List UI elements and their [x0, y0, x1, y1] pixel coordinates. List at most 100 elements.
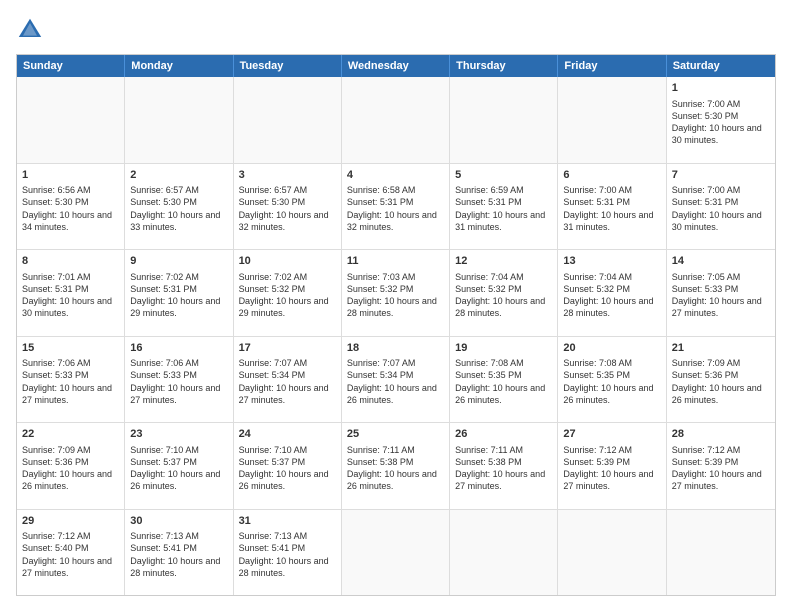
daylight-text: Daylight: 10 hours and 27 minutes.: [563, 468, 660, 492]
day-cell-25: 25Sunrise: 7:11 AMSunset: 5:38 PMDayligh…: [342, 423, 450, 509]
day-header-friday: Friday: [558, 55, 666, 77]
sunrise-text: Sunrise: 7:04 AM: [455, 271, 552, 283]
sunrise-text: Sunrise: 6:56 AM: [22, 184, 119, 196]
day-number: 15: [22, 341, 119, 356]
day-number: 11: [347, 254, 444, 269]
calendar-row-5: 29Sunrise: 7:12 AMSunset: 5:40 PMDayligh…: [17, 510, 775, 596]
day-number: 21: [672, 341, 770, 356]
day-cell-29: 29Sunrise: 7:12 AMSunset: 5:40 PMDayligh…: [17, 510, 125, 596]
empty-cell: [342, 77, 450, 163]
sunset-text: Sunset: 5:30 PM: [130, 196, 227, 208]
empty-cell: [342, 510, 450, 596]
sunrise-text: Sunrise: 7:05 AM: [672, 271, 770, 283]
sunrise-text: Sunrise: 6:57 AM: [239, 184, 336, 196]
sunrise-text: Sunrise: 7:02 AM: [130, 271, 227, 283]
sunrise-text: Sunrise: 7:12 AM: [672, 444, 770, 456]
daylight-text: Daylight: 10 hours and 27 minutes.: [672, 295, 770, 319]
sunset-text: Sunset: 5:31 PM: [347, 196, 444, 208]
daylight-text: Daylight: 10 hours and 32 minutes.: [347, 209, 444, 233]
day-cell-20: 20Sunrise: 7:08 AMSunset: 5:35 PMDayligh…: [558, 337, 666, 423]
daylight-text: Daylight: 10 hours and 28 minutes.: [455, 295, 552, 319]
day-cell-30: 30Sunrise: 7:13 AMSunset: 5:41 PMDayligh…: [125, 510, 233, 596]
daylight-text: Daylight: 10 hours and 28 minutes.: [130, 555, 227, 579]
day-number: 12: [455, 254, 552, 269]
calendar-row-3: 15Sunrise: 7:06 AMSunset: 5:33 PM Dayligh…: [17, 337, 775, 424]
sunrise-text: Sunrise: 7:08 AM: [455, 357, 552, 369]
day-cell-22: 22 Sunrise: 7:09 AMSunset: 5:36 PMDayligh…: [17, 423, 125, 509]
sunset-text: Sunset: 5:33 PM: [22, 369, 119, 381]
sunrise-text: Sunrise: 7:10 AM: [239, 444, 336, 456]
empty-cell: [450, 77, 558, 163]
day-number: 23: [130, 427, 227, 442]
sunrise-text: Sunrise: 7:12 AM: [22, 530, 119, 542]
day-cell-6: 6Sunrise: 7:00 AMSunset: 5:31 PMDaylight…: [558, 164, 666, 250]
day-cell-13: 13Sunrise: 7:04 AMSunset: 5:32 PMDayligh…: [558, 250, 666, 336]
sunset-text: Sunset: 5:35 PM: [563, 369, 660, 381]
day-number: 27: [563, 427, 660, 442]
day-number: 29: [22, 514, 119, 529]
day-number: 19: [455, 341, 552, 356]
daylight-text: Daylight: 10 hours and 30 minutes.: [672, 122, 770, 146]
sunrise-text: Sunrise: 7:04 AM: [563, 271, 660, 283]
daylight-text: Daylight: 10 hours and 26 minutes.: [22, 468, 119, 492]
sunset-text: Sunset: 5:40 PM: [22, 542, 119, 554]
sunset-text: Sunset: 5:41 PM: [239, 542, 336, 554]
calendar: SundayMondayTuesdayWednesdayThursdayFrid…: [16, 54, 776, 596]
sunrise-text: Sunrise: 7:09 AM: [22, 444, 119, 456]
day-cell-11: 11Sunrise: 7:03 AMSunset: 5:32 PMDayligh…: [342, 250, 450, 336]
daylight-text: Daylight: 10 hours and 26 minutes.: [672, 382, 770, 406]
day-header-sunday: Sunday: [17, 55, 125, 77]
day-number: 24: [239, 427, 336, 442]
sunrise-text: Sunrise: 7:00 AM: [563, 184, 660, 196]
daylight-text: Daylight: 10 hours and 26 minutes.: [563, 382, 660, 406]
day-number: 22: [22, 427, 119, 442]
day-number: 4: [347, 168, 444, 183]
empty-cell: [558, 77, 666, 163]
sunrise-text: Sunrise: 7:09 AM: [672, 357, 770, 369]
sunrise-text: Sunrise: 7:02 AM: [239, 271, 336, 283]
day-number: 28: [672, 427, 770, 442]
day-cell-31: 31Sunrise: 7:13 AMSunset: 5:41 PMDayligh…: [234, 510, 342, 596]
daylight-text: Daylight: 10 hours and 27 minutes.: [22, 555, 119, 579]
calendar-row-4: 22Sunrise: 7:09 AMSunset: 5:36 PMDayligh…: [17, 423, 775, 510]
calendar-row-1: 1Sunrise: 6:56 AMSunset: 5:30 PMDaylight…: [17, 164, 775, 251]
sunrise-text: Sunrise: 6:58 AM: [347, 184, 444, 196]
sunrise-text: Sunrise: 7:06 AM: [22, 357, 119, 369]
daylight-text: Daylight: 10 hours and 31 minutes.: [455, 209, 552, 233]
daylight-text: Daylight: 10 hours and 30 minutes.: [22, 295, 119, 319]
sunset-text: Sunset: 5:31 PM: [672, 196, 770, 208]
sunset-text: Sunset: 5:31 PM: [563, 196, 660, 208]
daylight-text: Daylight: 10 hours and 31 minutes.: [563, 209, 660, 233]
day-cell-23: 23Sunrise: 7:10 AMSunset: 5:37 PMDayligh…: [125, 423, 233, 509]
calendar-row-0: 1Sunrise: 7:00 AMSunset: 5:30 PMDaylight…: [17, 77, 775, 164]
daylight-text: Daylight: 10 hours and 28 minutes.: [239, 555, 336, 579]
day-number: 9: [130, 254, 227, 269]
sunset-text: Sunset: 5:31 PM: [455, 196, 552, 208]
day-cell-3: 3Sunrise: 6:57 AMSunset: 5:30 PMDaylight…: [234, 164, 342, 250]
day-cell-1: 1Sunrise: 7:00 AMSunset: 5:30 PMDaylight…: [667, 77, 775, 163]
day-cell-18: 18Sunrise: 7:07 AMSunset: 5:34 PMDayligh…: [342, 337, 450, 423]
sunset-text: Sunset: 5:41 PM: [130, 542, 227, 554]
sunset-text: Sunset: 5:37 PM: [130, 456, 227, 468]
sunrise-text: Sunrise: 6:59 AM: [455, 184, 552, 196]
sunrise-text: Sunrise: 7:11 AM: [347, 444, 444, 456]
sunrise-text: Sunrise: 7:10 AM: [130, 444, 227, 456]
sunset-text: Sunset: 5:30 PM: [239, 196, 336, 208]
daylight-text: Daylight: 10 hours and 29 minutes.: [130, 295, 227, 319]
daylight-text: Daylight: 10 hours and 28 minutes.: [563, 295, 660, 319]
sunrise-text: Sunrise: 7:08 AM: [563, 357, 660, 369]
day-number: 18: [347, 341, 444, 356]
sunrise-text: Sunrise: 7:13 AM: [239, 530, 336, 542]
sunset-text: Sunset: 5:31 PM: [22, 283, 119, 295]
day-cell-7: 7Sunrise: 7:00 AMSunset: 5:31 PMDaylight…: [667, 164, 775, 250]
day-header-saturday: Saturday: [667, 55, 775, 77]
sunrise-text: Sunrise: 7:00 AM: [672, 98, 770, 110]
sunset-text: Sunset: 5:36 PM: [22, 456, 119, 468]
sunset-text: Sunset: 5:39 PM: [672, 456, 770, 468]
sunset-text: Sunset: 5:31 PM: [130, 283, 227, 295]
daylight-text: Daylight: 10 hours and 26 minutes.: [347, 468, 444, 492]
day-header-monday: Monday: [125, 55, 233, 77]
sunrise-text: Sunrise: 7:12 AM: [563, 444, 660, 456]
sunset-text: Sunset: 5:38 PM: [347, 456, 444, 468]
sunset-text: Sunset: 5:33 PM: [672, 283, 770, 295]
